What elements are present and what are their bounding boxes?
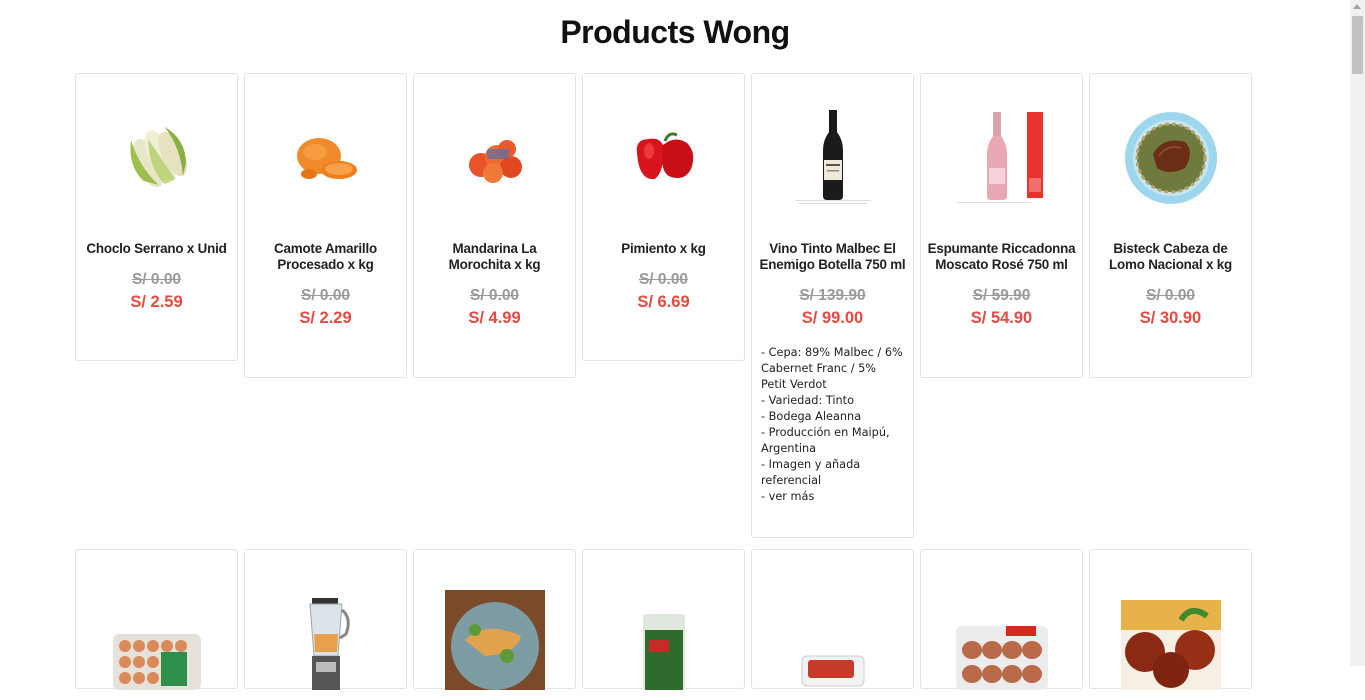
sale-price: S/ 54.90 [970,309,1033,327]
old-price: S/ 0.00 [638,271,689,288]
sale-price: S/ 99.00 [801,309,864,327]
old-price: S/ 59.90 [972,287,1031,304]
product-card[interactable] [413,549,576,690]
product-card[interactable]: Choclo Serrano x Unid S/ 0.00 S/ 2.59 [75,73,238,361]
product-card[interactable] [1089,549,1252,690]
sparkling-wine-image [921,74,1082,241]
description-line: - Variedad: Tinto [761,394,855,407]
description-line: - Producción en Maipú, Argentina [761,426,890,455]
vertical-scrollbar[interactable] [1350,0,1365,666]
product-name[interactable]: Pimiento x kg [589,241,738,257]
corn-image [76,74,237,241]
wine-bottle-image [752,74,913,241]
description-line: - Bodega Aleanna [761,410,862,423]
product-name[interactable]: Bisteck Cabeza de Lomo Nacional x kg [1096,241,1245,273]
product-card[interactable]: Mandarina La Morochita x kg S/ 0.00 S/ 4… [413,73,576,378]
product-name[interactable]: Espumante Riccadonna Moscato Rosé 750 ml [927,241,1076,273]
old-price: S/ 0.00 [469,287,520,304]
product-name[interactable]: Choclo Serrano x Unid [82,241,231,257]
product-card[interactable] [582,549,745,690]
spinach-bag-image [583,550,744,690]
product-card[interactable] [920,549,1083,690]
product-description: - Cepa: 89% Malbec / 6% Cabernet Franc /… [761,345,904,505]
sale-price: S/ 6.69 [637,293,690,311]
sale-price: S/ 4.99 [468,309,521,327]
old-price: S/ 0.00 [131,271,182,288]
sale-price: S/ 30.90 [1139,309,1202,327]
sausages-pack-image [921,550,1082,690]
product-card[interactable] [75,549,238,690]
steak-plate-image [1090,74,1251,241]
old-price: S/ 139.90 [799,287,866,304]
see-more-link[interactable]: - ver más [761,489,904,505]
tangerine-image [414,74,575,241]
product-row: Choclo Serrano x Unid S/ 0.00 S/ 2.59 Ca… [75,73,1267,538]
meat-tray-image [752,550,913,690]
product-card[interactable]: Espumante Riccadonna Moscato Rosé 750 ml… [920,73,1083,378]
page-title: Products Wong [560,14,790,50]
old-price: S/ 0.00 [300,287,351,304]
product-grid: Choclo Serrano x Unid S/ 0.00 S/ 2.59 Ca… [75,73,1267,700]
product-card[interactable]: Vino Tinto Malbec El Enemigo Botella 750… [751,73,914,538]
product-name[interactable]: Vino Tinto Malbec El Enemigo Botella 750… [758,241,907,273]
eggs-tray-image [76,550,237,690]
product-card[interactable]: Camote Amarillo Procesado x kg S/ 0.00 S… [244,73,407,378]
product-card[interactable]: Bisteck Cabeza de Lomo Nacional x kg S/ … [1089,73,1252,378]
product-card[interactable] [751,549,914,689]
product-card[interactable] [244,549,407,690]
description-line: - Cepa: 89% Malbec / 6% Cabernet Franc /… [761,346,903,391]
bell-pepper-image [583,74,744,241]
description-line: - Imagen y añada referencial [761,458,861,487]
sale-price: S/ 2.29 [299,309,352,327]
sale-price: S/ 2.59 [130,293,183,311]
chicken-dish-image [414,550,575,690]
sweet-potato-image [245,74,406,241]
blender-image [245,550,406,690]
product-card[interactable]: Pimiento x kg S/ 0.00 S/ 6.69 [582,73,745,361]
product-name[interactable]: Mandarina La Morochita x kg [420,241,569,273]
scrollbar-thumb[interactable] [1352,16,1363,74]
product-name[interactable]: Camote Amarillo Procesado x kg [251,241,400,273]
old-price: S/ 0.00 [1145,287,1196,304]
meatballs-image [1090,550,1251,690]
product-row [75,549,1267,690]
scroll-up-arrow-icon[interactable] [1353,4,1361,9]
